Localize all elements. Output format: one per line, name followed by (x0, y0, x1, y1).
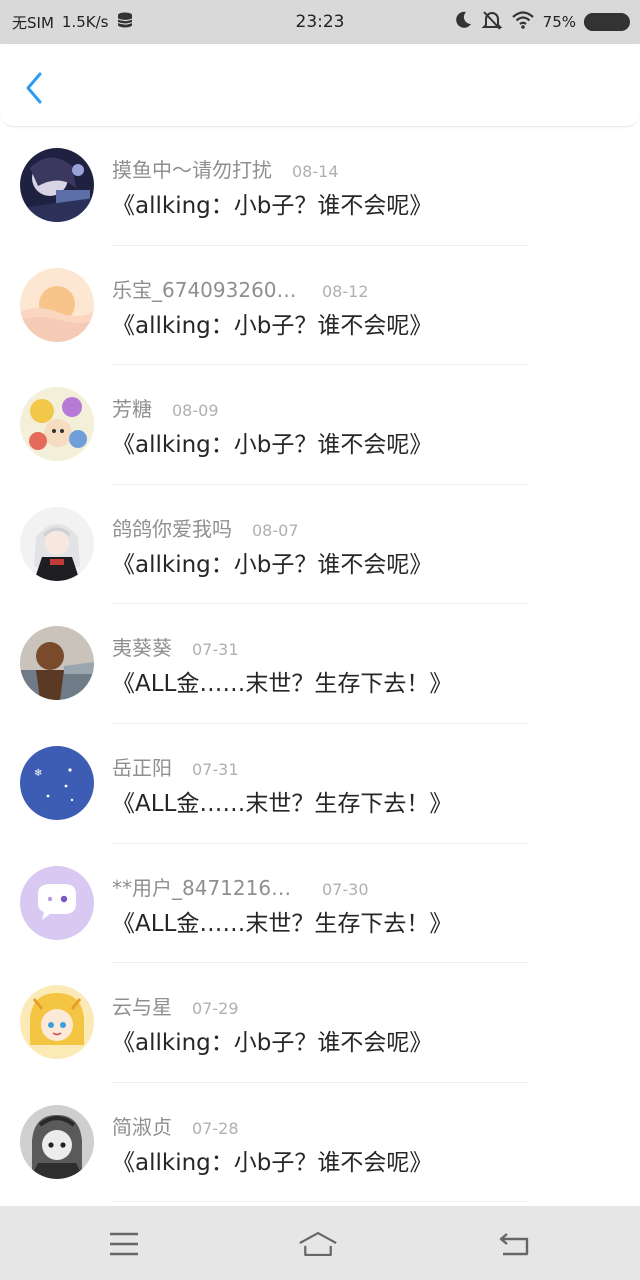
menu-icon (110, 1232, 138, 1256)
avatar[interactable] (20, 985, 94, 1060)
username[interactable]: 乐宝_67409326059… (112, 274, 302, 303)
message-meta: 夷葵葵 07-31 (112, 632, 239, 661)
book-title[interactable]: 《ALL金……末世？生存下去！》 (112, 784, 452, 818)
home-icon (299, 1232, 337, 1256)
status-right: 75% (453, 9, 630, 35)
status-bar: 无SIM 1.5K/s 23:23 75% (0, 0, 640, 44)
book-title[interactable]: 《allking：小b子？谁不会呢》 (112, 1143, 432, 1177)
mute-bell-icon (481, 9, 503, 35)
message-list-item[interactable]: 简淑贞 07-28 《allking：小b子？谁不会呢》 (0, 1083, 640, 1203)
message-date: 07-29 (192, 999, 239, 1019)
moon-icon (453, 10, 473, 34)
back-button[interactable] (18, 70, 50, 106)
message-meta: 芳糖 08-09 (112, 393, 219, 422)
battery-icon (584, 13, 630, 31)
book-title[interactable]: 《ALL金……末世？生存下去！》 (112, 664, 452, 698)
message-meta: 摸鱼中～请勿打扰 08-14 (112, 154, 339, 183)
message-list-item[interactable]: 乐宝_67409326059… 08-12 《allking：小b子？谁不会呢》 (0, 246, 640, 366)
message-date: 07-31 (192, 640, 239, 660)
username[interactable]: 简淑贞 (112, 1111, 172, 1140)
message-date: 08-07 (252, 520, 299, 540)
avatar[interactable] (20, 865, 94, 940)
message-date: 08-14 (292, 162, 339, 181)
avatar[interactable] (20, 626, 94, 701)
book-title[interactable]: 《ALL金……末世？生存下去！》 (112, 904, 452, 938)
message-date: 07-31 (192, 759, 239, 779)
message-list-item[interactable]: 云与星 07-29 《allking：小b子？谁不会呢》 (0, 963, 640, 1083)
status-left: 无SIM 1.5K/s (12, 11, 134, 33)
book-title[interactable]: 《allking：小b子？谁不会呢》 (112, 545, 432, 579)
nav-home-button[interactable] (298, 1224, 338, 1264)
message-meta: 简淑贞 07-28 (112, 1111, 239, 1140)
message-list-item[interactable]: ❄ 岳正阳 07-31 《ALL金……末世？生存下去！》 (0, 724, 640, 844)
message-list-item[interactable]: 摸鱼中～请勿打扰 08-14 《allking：小b子？谁不会呢》 (0, 126, 640, 246)
message-date: 07-30 (322, 879, 369, 899)
message-date: 08-09 (172, 401, 219, 421)
header-bar (0, 44, 640, 127)
nav-back-button[interactable] (494, 1224, 534, 1264)
username[interactable]: 岳正阳 (112, 752, 172, 781)
book-title[interactable]: 《allking：小b子？谁不会呢》 (112, 425, 432, 459)
username[interactable]: **用户_847121693… (112, 872, 302, 901)
username[interactable]: 鸽鸽你爱我吗 (112, 513, 232, 542)
back-icon (499, 1233, 529, 1256)
nav-menu-button[interactable] (104, 1224, 144, 1264)
message-list-item[interactable]: 鸽鸽你爱我吗 08-07 《allking：小b子？谁不会呢》 (0, 485, 640, 605)
avatar[interactable] (20, 506, 94, 581)
username[interactable]: 摸鱼中～请勿打扰 (112, 154, 272, 183)
avatar[interactable] (20, 267, 94, 342)
message-meta: 乐宝_67409326059… 08-12 (112, 274, 369, 303)
username[interactable]: 夷葵葵 (112, 632, 172, 661)
avatar[interactable] (20, 387, 94, 462)
message-meta: **用户_847121693… 07-30 (112, 872, 369, 901)
row-divider (112, 1201, 528, 1203)
system-nav-bar (0, 1206, 640, 1280)
username[interactable]: 芳糖 (112, 393, 152, 422)
book-title[interactable]: 《allking：小b子？谁不会呢》 (112, 306, 432, 340)
message-list-item[interactable]: **用户_847121693… 07-30 《ALL金……末世？生存下去！》 (0, 844, 640, 964)
username[interactable]: 云与星 (112, 991, 172, 1020)
battery-percent: 75% (542, 13, 576, 31)
database-icon (116, 11, 134, 33)
wifi-icon (511, 10, 535, 34)
network-speed: 1.5K/s (61, 13, 109, 31)
message-list: 摸鱼中～请勿打扰 08-14 《allking：小b子？谁不会呢》 乐宝_674093… (0, 126, 640, 1203)
message-date: 08-12 (322, 281, 369, 301)
avatar[interactable]: ❄ (20, 745, 94, 820)
message-date: 07-28 (192, 1118, 239, 1138)
avatar[interactable] (20, 148, 94, 222)
carrier-label: 无SIM (12, 13, 54, 32)
message-list-item[interactable]: 夷葵葵 07-31 《ALL金……末世？生存下去！》 (0, 604, 640, 724)
message-meta: 云与星 07-29 (112, 991, 239, 1020)
avatar[interactable] (20, 1104, 94, 1179)
message-meta: 鸽鸽你爱我吗 08-07 (112, 513, 299, 542)
message-meta: 岳正阳 07-31 (112, 752, 239, 781)
svg-text:❄: ❄ (34, 768, 42, 779)
book-title[interactable]: 《allking：小b子？谁不会呢》 (112, 186, 432, 220)
chevron-left-icon (26, 72, 42, 104)
message-list-item[interactable]: 芳糖 08-09 《allking：小b子？谁不会呢》 (0, 365, 640, 485)
book-title[interactable]: 《allking：小b子？谁不会呢》 (112, 1023, 432, 1057)
